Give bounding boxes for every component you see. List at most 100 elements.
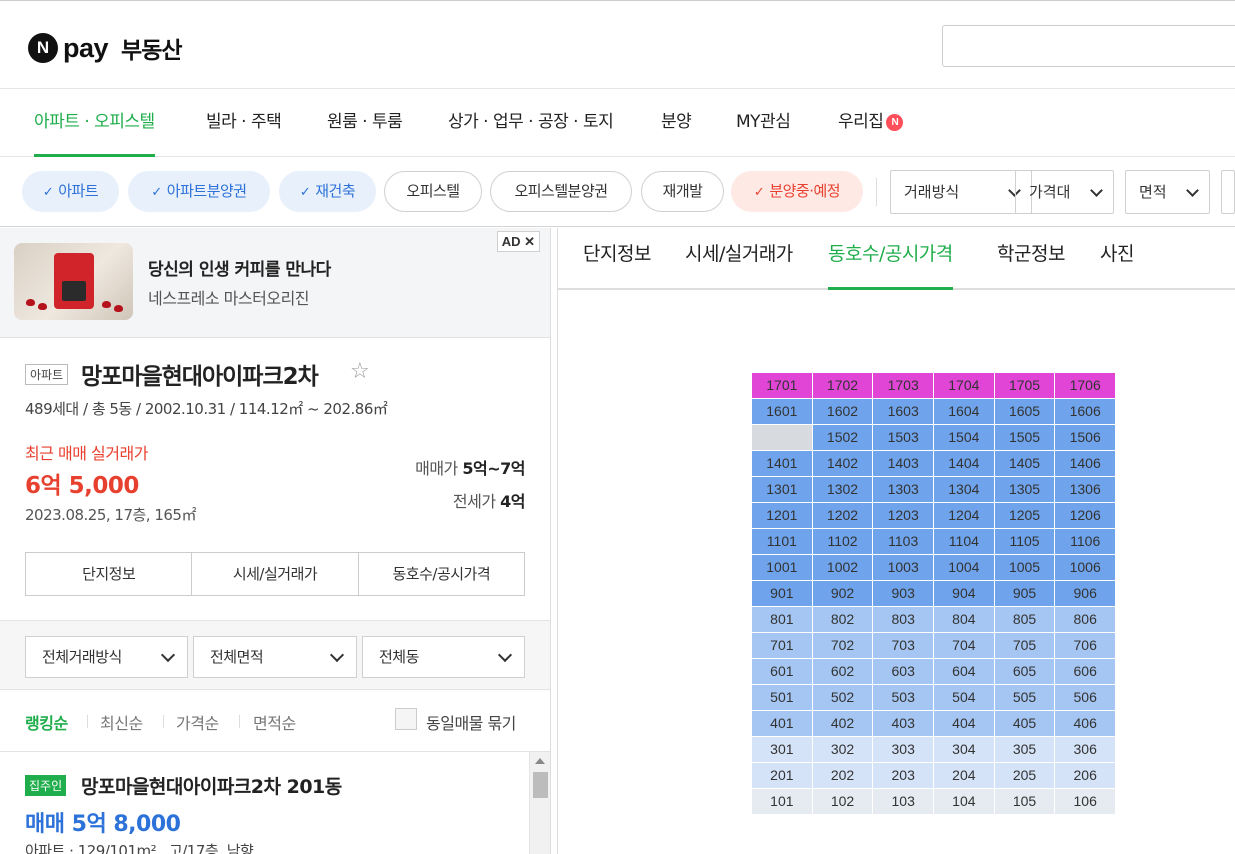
tab-unit-official-price[interactable]: 동호수/공시가격 (359, 553, 524, 595)
dropdown-all-trade-types[interactable]: 전체거래방식 (25, 636, 188, 678)
unit-cell[interactable]: 1406 (1055, 451, 1116, 477)
unit-cell[interactable]: 201 (752, 763, 812, 789)
unit-cell[interactable]: 404 (934, 711, 994, 737)
sort-ranking[interactable]: 랭킹순 (25, 710, 68, 734)
unit-cell[interactable]: 306 (1055, 737, 1116, 763)
unit-cell[interactable]: 302 (812, 737, 873, 763)
unit-cell[interactable]: 1506 (1055, 425, 1116, 451)
detail-tab-complex-info[interactable]: 단지정보 (583, 228, 651, 290)
unit-cell[interactable]: 202 (812, 763, 873, 789)
unit-cell[interactable]: 1504 (934, 425, 994, 451)
unit-cell[interactable]: 604 (934, 659, 994, 685)
unit-cell[interactable]: 1403 (873, 451, 934, 477)
unit-cell[interactable]: 205 (994, 763, 1055, 789)
unit-cell[interactable]: 1404 (934, 451, 994, 477)
unit-cell[interactable]: 405 (994, 711, 1055, 737)
unit-cell[interactable]: 1405 (994, 451, 1055, 477)
unit-cell[interactable]: 304 (934, 737, 994, 763)
unit-cell[interactable]: 905 (994, 581, 1055, 607)
unit-cell[interactable]: 801 (752, 607, 812, 633)
unit-cell[interactable]: 504 (934, 685, 994, 711)
unit-cell[interactable]: 1305 (994, 477, 1055, 503)
tab-market-price[interactable]: 시세/실거래가 (192, 553, 359, 595)
unit-cell[interactable]: 203 (873, 763, 934, 789)
unit-cell[interactable]: 901 (752, 581, 812, 607)
favorite-star-icon[interactable]: ☆ (350, 359, 370, 384)
unit-cell[interactable]: 804 (934, 607, 994, 633)
unit-cell[interactable]: 703 (873, 633, 934, 659)
unit-cell[interactable]: 1105 (994, 529, 1055, 555)
listing-item[interactable]: 집주인 망포마을현대아이파크2차 201동 매매 5억 8,000 아파트 · … (0, 752, 550, 854)
sort-area[interactable]: 면적순 (253, 710, 296, 734)
chip-reconstruction[interactable]: ✓ 재건축 (279, 171, 376, 212)
unit-cell[interactable]: 206 (1055, 763, 1116, 789)
same-listing-label[interactable]: 동일매물 묶기 (426, 710, 516, 734)
nav-apartment-officetel[interactable]: 아파트 · 오피스텔 (34, 89, 155, 157)
detail-tab-unit-official-price[interactable]: 동호수/공시가격 (828, 228, 953, 290)
sort-latest[interactable]: 최신순 (100, 710, 143, 734)
unit-cell[interactable]: 803 (873, 607, 934, 633)
unit-cell[interactable]: 1502 (812, 425, 873, 451)
unit-cell[interactable]: 1104 (934, 529, 994, 555)
unit-cell[interactable]: 1003 (873, 555, 934, 581)
unit-cell[interactable]: 1201 (752, 503, 812, 529)
unit-cell[interactable]: 704 (934, 633, 994, 659)
scroll-thumb[interactable] (533, 772, 548, 798)
unit-cell[interactable]: 603 (873, 659, 934, 685)
dropdown-all-buildings[interactable]: 전체동 (362, 636, 525, 678)
unit-cell[interactable]: 1704 (934, 373, 994, 399)
dropdown-more[interactable] (1221, 170, 1235, 214)
unit-cell[interactable]: 1202 (812, 503, 873, 529)
nav-my-interest[interactable]: MY관심 (736, 89, 791, 157)
unit-cell[interactable]: 903 (873, 581, 934, 607)
unit-cell[interactable]: 1303 (873, 477, 934, 503)
detail-tab-school[interactable]: 학군정보 (997, 228, 1065, 290)
unit-cell[interactable]: 401 (752, 711, 812, 737)
unit-cell[interactable]: 301 (752, 737, 812, 763)
unit-cell[interactable]: 1203 (873, 503, 934, 529)
unit-cell[interactable]: 406 (1055, 711, 1116, 737)
unit-cell[interactable]: 1702 (812, 373, 873, 399)
unit-cell[interactable]: 501 (752, 685, 812, 711)
unit-cell[interactable]: 1503 (873, 425, 934, 451)
unit-cell[interactable]: 1302 (812, 477, 873, 503)
dropdown-all-areas[interactable]: 전체면적 (193, 636, 357, 678)
unit-cell[interactable]: 1604 (934, 399, 994, 425)
unit-cell[interactable]: 1005 (994, 555, 1055, 581)
detail-tab-photos[interactable]: 사진 (1100, 228, 1134, 290)
unit-cell[interactable]: 1602 (812, 399, 873, 425)
unit-cell[interactable]: 502 (812, 685, 873, 711)
unit-cell[interactable]: 1601 (752, 399, 812, 425)
dropdown-area[interactable]: 면적 (1125, 170, 1210, 214)
scroll-up-arrow-icon[interactable] (535, 758, 545, 764)
unit-cell[interactable]: 1505 (994, 425, 1055, 451)
chip-presale-upcoming[interactable]: ✓ 분양중·예정 (731, 171, 863, 212)
unit-cell[interactable]: 701 (752, 633, 812, 659)
unit-cell[interactable]: 506 (1055, 685, 1116, 711)
unit-cell[interactable]: 1204 (934, 503, 994, 529)
unit-cell[interactable]: 1603 (873, 399, 934, 425)
unit-cell[interactable]: 1401 (752, 451, 812, 477)
naver-pay-realestate-logo[interactable]: N pay 부동산 (28, 31, 183, 65)
unit-cell[interactable]: 1103 (873, 529, 934, 555)
unit-cell[interactable]: 601 (752, 659, 812, 685)
unit-cell[interactable]: 402 (812, 711, 873, 737)
unit-cell[interactable]: 802 (812, 607, 873, 633)
unit-cell[interactable]: 902 (812, 581, 873, 607)
unit-cell[interactable]: 403 (873, 711, 934, 737)
unit-cell[interactable]: 1004 (934, 555, 994, 581)
unit-cell[interactable]: 505 (994, 685, 1055, 711)
unit-cell[interactable]: 1304 (934, 477, 994, 503)
tab-complex-info[interactable]: 단지정보 (26, 553, 193, 595)
unit-cell[interactable]: 103 (873, 789, 934, 815)
nav-presale[interactable]: 분양 (661, 89, 692, 157)
unit-cell[interactable]: 702 (812, 633, 873, 659)
chip-apartment[interactable]: ✓ 아파트 (22, 171, 119, 212)
unit-cell[interactable]: 705 (994, 633, 1055, 659)
unit-cell[interactable]: 602 (812, 659, 873, 685)
unit-cell[interactable]: 204 (934, 763, 994, 789)
nav-commercial[interactable]: 상가 · 업무 · 공장 · 토지 (448, 89, 614, 157)
unit-cell[interactable]: 104 (934, 789, 994, 815)
unit-cell[interactable]: 1106 (1055, 529, 1116, 555)
unit-cell[interactable]: 1701 (752, 373, 812, 399)
